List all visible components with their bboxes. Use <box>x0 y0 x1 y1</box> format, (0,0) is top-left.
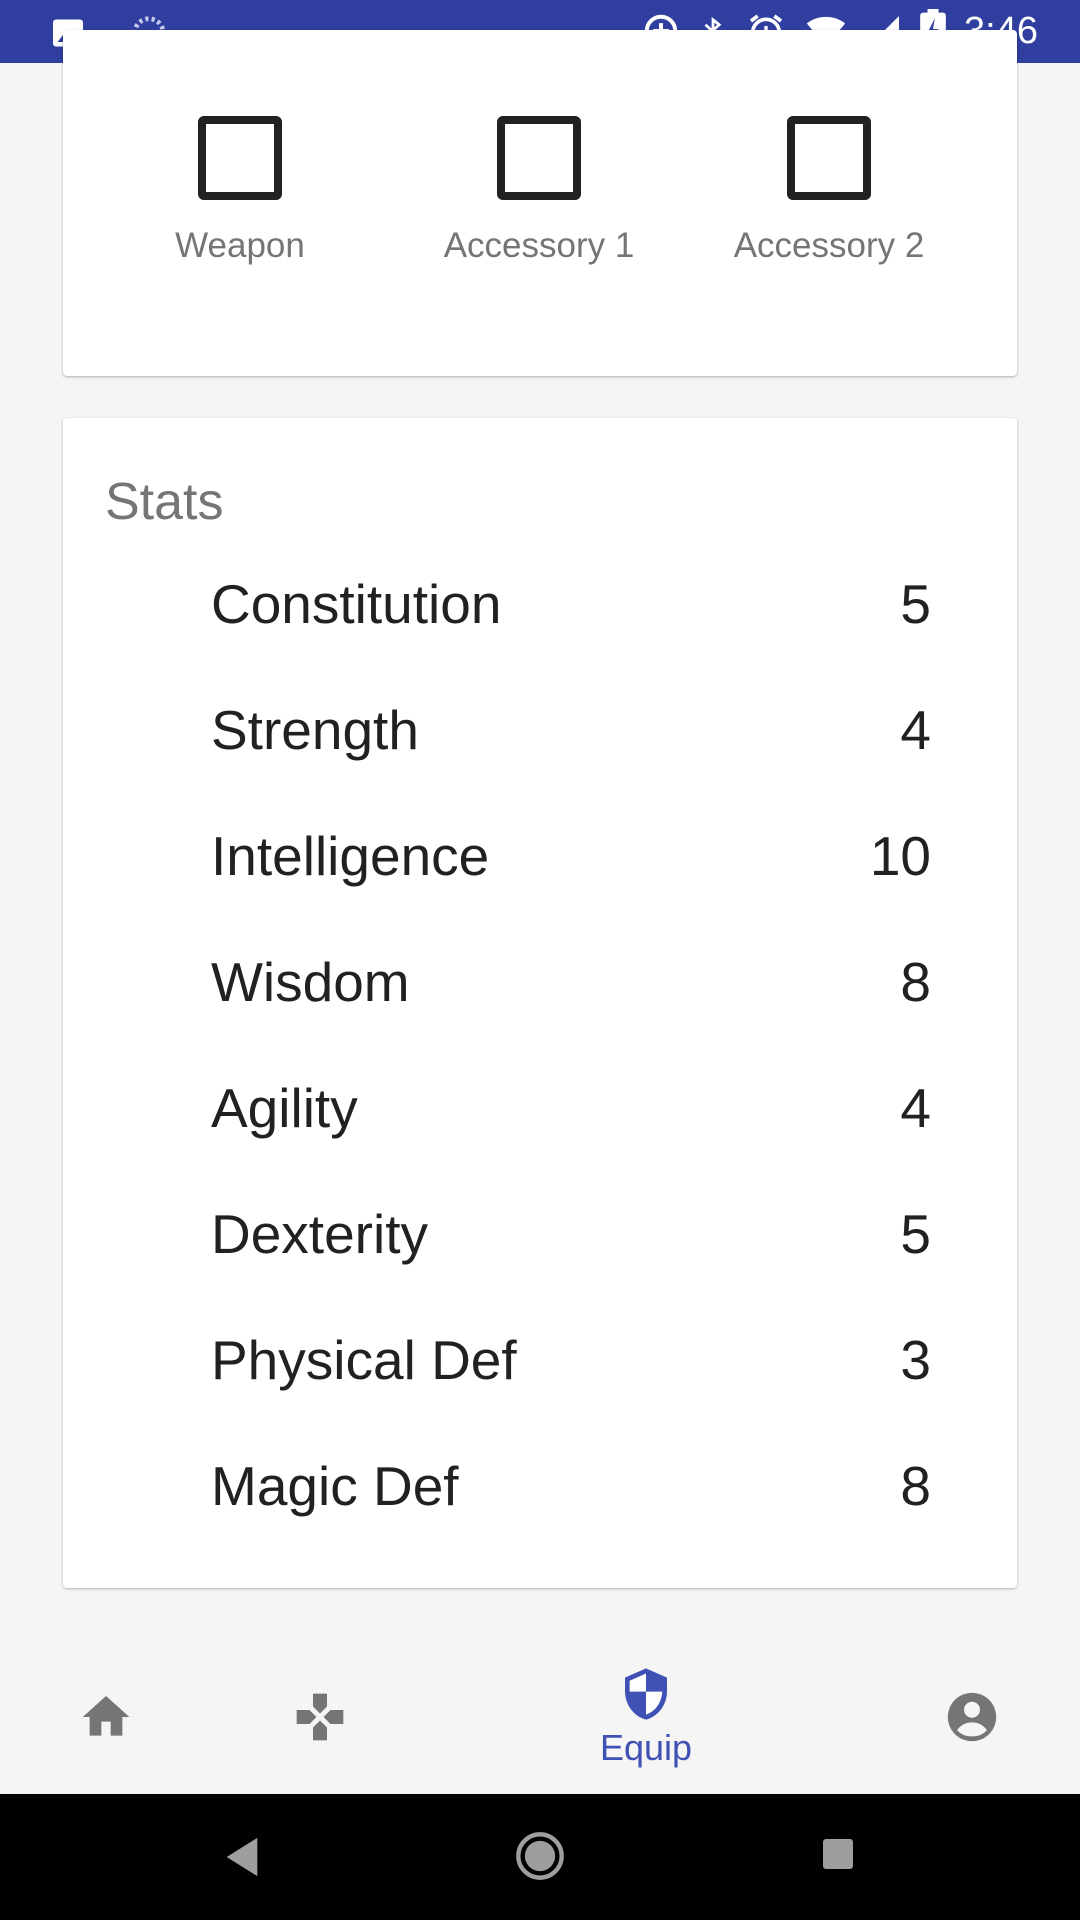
stat-name: Constitution <box>211 573 502 635</box>
recents-icon[interactable] <box>820 1836 856 1872</box>
stat-value: 3 <box>900 1329 931 1391</box>
back-icon[interactable] <box>222 1834 262 1880</box>
bottom-navigation: Equip <box>0 1640 1080 1794</box>
stat-row-wisdom: Wisdom 8 <box>211 946 931 1018</box>
nav-item-home[interactable] <box>16 1640 196 1794</box>
gamepad-icon <box>292 1689 348 1745</box>
equipment-slot-accessory-2[interactable]: Accessory 2 <box>689 116 969 268</box>
stat-row-intelligence: Intelligence 10 <box>211 820 931 892</box>
stat-name: Physical Def <box>211 1329 517 1391</box>
accessory-2-slot-box[interactable] <box>787 116 871 200</box>
nav-item-profile[interactable] <box>882 1640 1062 1794</box>
stat-value: 4 <box>900 1077 931 1139</box>
stat-value: 4 <box>900 699 931 761</box>
nav-item-games[interactable] <box>230 1640 410 1794</box>
equipment-slot-weapon[interactable]: Weapon <box>100 116 380 268</box>
stat-row-magic-def: Magic Def 8 <box>211 1450 931 1522</box>
stat-row-agility: Agility 4 <box>211 1072 931 1144</box>
stat-value: 5 <box>900 573 931 635</box>
weapon-slot-label: Weapon <box>175 226 305 265</box>
equipment-card: Weapon Accessory 1 Accessory 2 <box>63 30 1017 376</box>
stat-row-strength: Strength 4 <box>211 694 931 766</box>
stat-name: Strength <box>211 699 419 761</box>
weapon-slot-box[interactable] <box>198 116 282 200</box>
shield-icon <box>618 1664 674 1724</box>
accessory-1-slot-label: Accessory 1 <box>443 226 635 265</box>
accessory-1-slot-box[interactable] <box>497 116 581 200</box>
account-circle-icon <box>943 1688 1001 1746</box>
home-icon <box>78 1689 134 1745</box>
stat-name: Intelligence <box>211 825 490 887</box>
stat-row-constitution: Constitution 5 <box>211 568 931 640</box>
stat-name: Agility <box>211 1077 358 1139</box>
stat-name: Dexterity <box>211 1203 428 1265</box>
accessory-2-slot-label: Accessory 2 <box>733 226 925 265</box>
nav-item-equip[interactable]: Equip <box>556 1640 736 1794</box>
nav-label-equip: Equip <box>599 1727 693 1768</box>
stat-value: 8 <box>900 1455 931 1517</box>
equipment-slot-accessory-1[interactable]: Accessory 1 <box>399 116 679 268</box>
stats-card: Stats Constitution 5 Strength 4 Intellig… <box>63 418 1017 1588</box>
stats-title: Stats <box>105 473 224 531</box>
stat-name: Magic Def <box>211 1455 459 1517</box>
stat-row-dexterity: Dexterity 5 <box>211 1198 931 1270</box>
stat-value: 8 <box>900 951 931 1013</box>
home-circle-icon[interactable] <box>514 1830 566 1882</box>
stat-value: 5 <box>900 1203 931 1265</box>
stat-value: 10 <box>869 825 931 887</box>
system-navigation-bar <box>0 1794 1080 1920</box>
stat-row-physical-def: Physical Def 3 <box>211 1324 931 1396</box>
stat-name: Wisdom <box>211 951 410 1013</box>
